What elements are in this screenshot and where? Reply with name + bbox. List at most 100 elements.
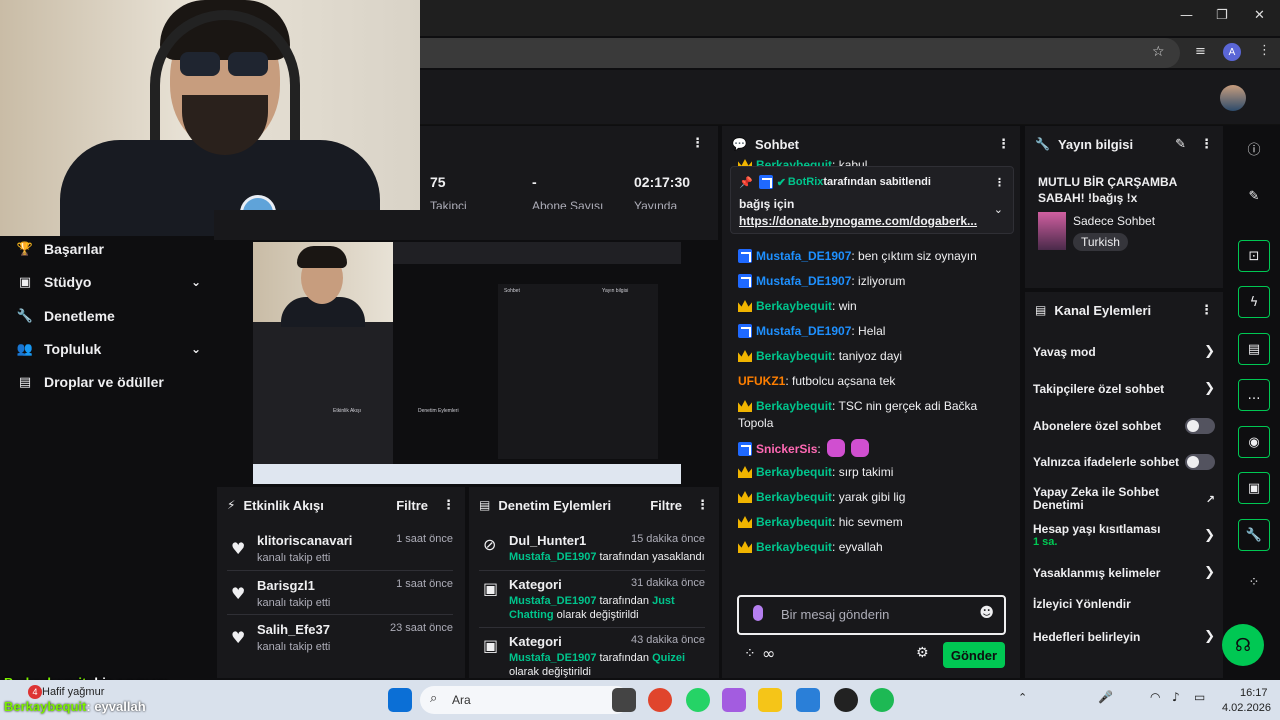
address-bar-row: ☆ ≡ A ⋮ bbox=[420, 38, 1280, 68]
emote-icon[interactable] bbox=[850, 439, 869, 457]
minimize-button[interactable]: — bbox=[1180, 8, 1193, 23]
list-item[interactable]: ♥ klitoriscanavari kanalı takip etti 1 s… bbox=[227, 533, 459, 578]
goals-action[interactable]: Hedefleri belirleyin ❯ bbox=[1033, 629, 1215, 644]
weather-text[interactable]: Hafif yağmur bbox=[42, 686, 104, 698]
address-bar[interactable] bbox=[420, 38, 1180, 68]
media-icon[interactable]: ≡ bbox=[1195, 44, 1206, 59]
pinned-message[interactable]: 📌 ✔ BotRix tarafından sabitlendi ⋮ bağış… bbox=[730, 166, 1014, 234]
list-item[interactable]: ▣ Kategori 43 dakika önce Mustafa_DE1907… bbox=[479, 634, 711, 678]
chat-username[interactable]: Berkaybequit bbox=[756, 299, 832, 313]
trophy-icon: 🏆 bbox=[16, 241, 34, 257]
broadcast-icon[interactable]: ◉ bbox=[1238, 426, 1270, 458]
subscribers-only-toggle[interactable] bbox=[1185, 418, 1215, 434]
chat-username[interactable]: Berkaybequit bbox=[756, 540, 832, 554]
subscribers-only-action[interactable]: Abonelere özel sohbet bbox=[1033, 418, 1215, 434]
category-name[interactable]: Sadece Sohbet bbox=[1073, 214, 1155, 228]
file-explorer-icon[interactable] bbox=[758, 688, 782, 712]
emote-only-action[interactable]: Yalnızca ifadelerle sohbet bbox=[1033, 454, 1215, 470]
battery-icon[interactable]: ▭ bbox=[1194, 690, 1205, 704]
stats-more-icon[interactable]: ⋮ bbox=[691, 136, 704, 151]
notes-icon[interactable]: ▤ bbox=[1238, 333, 1270, 365]
bookmark-star-icon[interactable]: ☆ bbox=[1152, 44, 1165, 60]
store-icon[interactable] bbox=[796, 688, 820, 712]
banned-words-action[interactable]: Yasaklanmış kelimeler ❯ bbox=[1033, 565, 1215, 580]
close-button[interactable]: ✕ bbox=[1254, 8, 1265, 23]
chat-username[interactable]: UFUKZ1 bbox=[738, 374, 785, 388]
clock-time[interactable]: 16:17 bbox=[1240, 687, 1268, 699]
more-icon[interactable]: ⋮ bbox=[442, 498, 455, 513]
emote-icon[interactable] bbox=[826, 439, 845, 457]
volume-icon[interactable]: ♪ bbox=[1172, 690, 1180, 704]
user-avatar[interactable] bbox=[1220, 85, 1246, 111]
donation-link[interactable]: https://donate.bynogame.com/dogaberk... bbox=[739, 214, 977, 228]
more-icon[interactable]: ⋮ bbox=[1200, 137, 1213, 152]
emoji-icon[interactable]: ☻ bbox=[979, 605, 994, 621]
list-item[interactable]: ♥ Barisgzl1 kanalı takip etti 1 saat önc… bbox=[227, 578, 459, 623]
more-icon[interactable]: ⋮ bbox=[1200, 303, 1213, 318]
weather-badge: 4 bbox=[28, 685, 42, 699]
infinity-icon[interactable]: ∞ bbox=[762, 644, 775, 663]
windows-start-icon[interactable] bbox=[388, 688, 412, 712]
clock-date[interactable]: 4.02.2026 bbox=[1222, 702, 1271, 714]
nav-item-community[interactable]: 👥 Topluluk ⌄ bbox=[16, 338, 201, 360]
wrench-icon[interactable]: 🔧 bbox=[1238, 519, 1270, 551]
send-button[interactable]: Gönder bbox=[943, 642, 1005, 668]
bolt-icon[interactable]: ϟ bbox=[1238, 286, 1270, 318]
chat-username[interactable]: Berkaybequit bbox=[756, 399, 832, 413]
add-action-icon[interactable]: ⁘ bbox=[1238, 566, 1270, 598]
more-icon[interactable]: ⋮ bbox=[994, 176, 1005, 189]
edit-pencil-icon[interactable]: ✎ bbox=[1238, 180, 1270, 212]
clip-icon[interactable]: ⊡ bbox=[1238, 240, 1270, 272]
spotify-icon[interactable] bbox=[870, 688, 894, 712]
stream-preview[interactable]: Sohbet Yayın bilgisi Etkinlik Akışı Dene… bbox=[253, 242, 681, 484]
more-icon[interactable]: ⋮ bbox=[696, 498, 709, 513]
chrome-icon[interactable] bbox=[648, 688, 672, 712]
nav-item-drops[interactable]: ▤ Droplar ve ödüller bbox=[16, 371, 201, 393]
nav-item-achievements[interactable]: 🏆 Başarılar bbox=[16, 238, 201, 260]
chat-username[interactable]: Mustafa_DE1907 bbox=[756, 274, 851, 288]
chevron-up-icon[interactable]: ⌃ bbox=[1018, 691, 1027, 704]
list-item[interactable]: ♥ Salih_Efe37 kanalı takip etti 23 saat … bbox=[227, 622, 459, 667]
chat-username[interactable]: Berkaybequit bbox=[756, 465, 832, 479]
account-age-action[interactable]: Hesap yaşı kısıtlaması 1 sa. ❯ bbox=[1033, 522, 1215, 548]
wifi-icon[interactable]: ◠ bbox=[1150, 690, 1160, 704]
chat-username[interactable]: Berkaybequit bbox=[756, 490, 832, 504]
emote-only-toggle[interactable] bbox=[1185, 454, 1215, 470]
more-icon[interactable]: ⋮ bbox=[997, 137, 1010, 152]
raid-action[interactable]: İzleyici Yönlendir bbox=[1033, 597, 1215, 611]
nav-item-studio[interactable]: ▣ Stüdyo ⌄ bbox=[16, 271, 201, 293]
profile-avatar[interactable]: A bbox=[1223, 43, 1241, 61]
chat-username[interactable]: Berkaybequit bbox=[756, 515, 832, 529]
copilot-icon[interactable] bbox=[722, 688, 746, 712]
nav-item-moderation[interactable]: 🔧 Denetleme bbox=[16, 305, 201, 327]
filter-button[interactable]: Filtre bbox=[396, 498, 428, 513]
chat-input[interactable]: Bir mesaj gönderin ☻ bbox=[737, 595, 1006, 635]
task-view-icon[interactable] bbox=[612, 688, 636, 712]
edit-pencil-icon[interactable]: ✎ bbox=[1175, 137, 1186, 152]
bits-icon[interactable]: ⁘ bbox=[744, 646, 756, 662]
layout-icon[interactable]: ▣ bbox=[1238, 472, 1270, 504]
whatsapp-icon[interactable] bbox=[686, 688, 710, 712]
list-item[interactable]: ▣ Kategori 31 dakika önce Mustafa_DE1907… bbox=[479, 577, 711, 627]
chevron-down-icon[interactable]: ⌄ bbox=[994, 203, 1003, 216]
chat-username[interactable]: Mustafa_DE1907 bbox=[756, 249, 851, 263]
chat-username[interactable]: Mustafa_DE1907 bbox=[756, 324, 851, 338]
filter-button[interactable]: Filtre bbox=[650, 498, 682, 513]
tag-badge[interactable]: Turkish bbox=[1073, 233, 1128, 251]
chat-username[interactable]: SnickerSis bbox=[756, 442, 817, 456]
info-icon[interactable]: ⓘ bbox=[1238, 132, 1270, 164]
taskbar-search[interactable]: ⌕ Ara bbox=[420, 686, 630, 714]
settings-gear-icon[interactable]: ⚙ bbox=[916, 645, 929, 661]
chat-username[interactable]: Berkaybequit bbox=[756, 349, 832, 363]
microphone-icon[interactable] bbox=[753, 605, 763, 621]
maximize-button[interactable]: ❐ bbox=[1216, 8, 1228, 23]
support-headset-button[interactable]: ☊ bbox=[1222, 624, 1264, 666]
list-item[interactable]: ⊘ Dul_Hunter1 15 dakika önce Mustafa_DE1… bbox=[479, 533, 711, 583]
slow-mode-action[interactable]: Yavaş mod ❯ bbox=[1033, 344, 1215, 359]
obs-icon[interactable] bbox=[834, 688, 858, 712]
microphone-icon[interactable]: 🎤 bbox=[1098, 690, 1113, 704]
chat-icon[interactable]: … bbox=[1238, 379, 1270, 411]
browser-menu-icon[interactable]: ⋮ bbox=[1258, 43, 1271, 58]
ai-moderation-action[interactable]: Yapay Zeka ile Sohbet Denetimi ↗ bbox=[1033, 486, 1215, 512]
followers-only-action[interactable]: Takipçilere özel sohbet ❯ bbox=[1033, 381, 1215, 396]
